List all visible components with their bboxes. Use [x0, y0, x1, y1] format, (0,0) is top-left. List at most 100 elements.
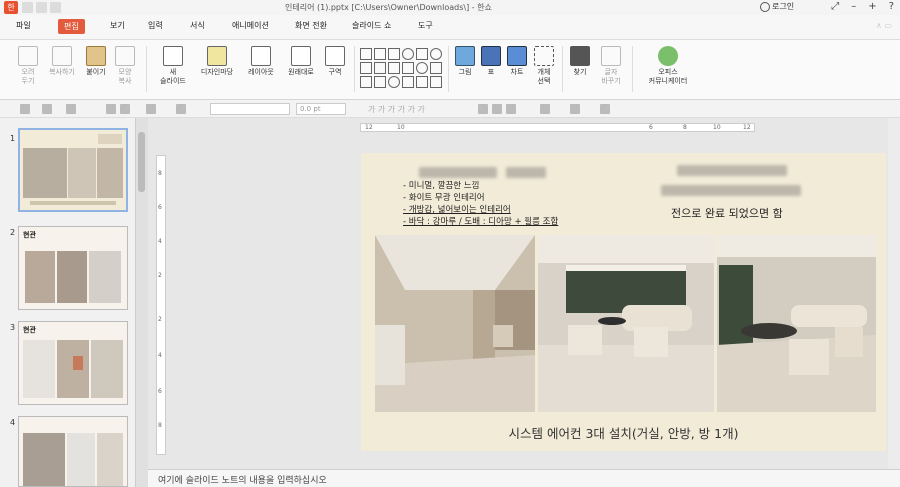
scroll-thumb[interactable]	[138, 132, 145, 192]
slide-thumbnail-1[interactable]	[18, 128, 128, 212]
arc-shape-icon[interactable]	[416, 62, 428, 74]
quick-access-toolbar	[22, 2, 61, 13]
print-preview-icon[interactable]	[120, 104, 130, 114]
numbered-list-icon[interactable]	[570, 104, 580, 114]
chart-button[interactable]: 차트	[505, 46, 529, 77]
undo-icon[interactable]	[36, 2, 47, 13]
design-button[interactable]: 디자인마당	[195, 46, 239, 77]
arrow-shape-icon[interactable]	[374, 76, 386, 88]
indent-icon[interactable]	[600, 104, 610, 114]
line-shape-icon[interactable]	[374, 62, 386, 74]
fullscreen-icon[interactable]: ⤢	[831, 1, 839, 12]
menu-format[interactable]: 서식	[190, 20, 205, 31]
menu-insert[interactable]: 입력	[148, 20, 163, 31]
paste-label: 붙이기	[86, 68, 106, 76]
align-center-icon[interactable]	[492, 104, 502, 114]
slide-thumbnail-4[interactable]	[18, 416, 128, 487]
save-icon[interactable]	[22, 2, 33, 13]
new-slide-label: 새 슬라이드	[160, 68, 186, 85]
print-icon[interactable]	[106, 104, 116, 114]
maximize-icon[interactable]: +	[868, 1, 876, 12]
font-size-unit: pt	[313, 105, 321, 113]
triangle-shape-icon[interactable]	[416, 48, 428, 60]
interior-photo-hallway[interactable]	[375, 235, 535, 412]
menu-slideshow[interactable]: 슬라이드 쇼	[352, 20, 391, 31]
slide-thumbnail-panel: 1 2 현관 3 현관 4	[0, 118, 136, 487]
line-shape-icon[interactable]	[360, 62, 372, 74]
office-communicator-label: 오피스 커뮤니케이터	[648, 68, 688, 85]
ruler-label: 12	[365, 124, 373, 131]
shapes-gallery[interactable]	[360, 48, 442, 92]
redo-icon[interactable]	[176, 104, 186, 114]
line-shape-icon[interactable]	[402, 62, 414, 74]
rect-shape-icon[interactable]	[388, 48, 400, 60]
slide-notes-field[interactable]: 여기에 슬라이드 노트의 내용을 입력하십시오	[148, 469, 900, 487]
slide-thumbnail-2[interactable]: 현관	[18, 226, 128, 310]
reset-button[interactable]: 원래대로	[282, 46, 320, 77]
thumbnail-scrollbar[interactable]	[136, 118, 148, 487]
menu-animation[interactable]: 애니메이션	[232, 20, 269, 31]
slide-canvas[interactable]: - 미니멀, 깔끔한 느낌 - 화이트 무광 인테리어 - 개방감, 넓어보이는…	[361, 153, 886, 451]
scissors-icon	[18, 46, 38, 66]
menu-tools[interactable]: 도구	[418, 20, 433, 31]
select-object-button[interactable]: 개체 선택	[532, 46, 556, 86]
font-size-input[interactable]: 0.0 pt	[296, 103, 346, 115]
ruler-label: 2	[158, 316, 162, 323]
bullet-list-icon[interactable]	[540, 104, 550, 114]
brace-shape-icon[interactable]	[430, 76, 442, 88]
canvas-scrollbar[interactable]	[888, 118, 900, 469]
window-controls: ⤢ – + ?	[831, 1, 894, 12]
interior-photo-lounge[interactable]	[717, 235, 876, 412]
menu-collapse-icon[interactable]: ∧ ▭	[876, 21, 892, 30]
rect-shape-icon[interactable]	[374, 48, 386, 60]
cut-button[interactable]: 오려 두기	[14, 46, 42, 86]
new-doc-icon[interactable]	[20, 104, 30, 114]
section-icon	[325, 46, 345, 66]
undo-icon[interactable]	[146, 104, 156, 114]
smile-shape-icon[interactable]	[388, 76, 400, 88]
replace-button[interactable]: 글자 바꾸기	[598, 46, 624, 86]
picture-icon	[455, 46, 475, 66]
paste-button[interactable]: 붙이기	[82, 46, 110, 77]
help-icon[interactable]: ?	[889, 1, 894, 12]
oval-shape-icon[interactable]	[402, 48, 414, 60]
ribbon-toolbar: 오려 두기 복사하기 붙이기 모양 복사 새 슬라이드 디자인마당 레이아웃 원…	[0, 40, 900, 100]
save-icon[interactable]	[66, 104, 76, 114]
interior-photo-living[interactable]	[538, 235, 714, 412]
font-style-buttons[interactable]: 가 가 가 가 가 가	[368, 104, 425, 115]
new-slide-button[interactable]: 새 슬라이드	[158, 46, 188, 86]
menu-file[interactable]: 파일	[16, 20, 31, 31]
office-communicator-button[interactable]: 오피스 커뮤니케이터	[640, 46, 696, 86]
section-button[interactable]: 구역	[322, 46, 348, 77]
font-name-select[interactable]	[210, 103, 290, 115]
slide-thumbnail-3[interactable]: 현관	[18, 321, 128, 405]
align-right-icon[interactable]	[506, 104, 516, 114]
rect-shape-icon[interactable]	[360, 48, 372, 60]
slide-number: 2	[10, 228, 16, 237]
user-icon	[760, 1, 770, 12]
menu-transition[interactable]: 화면 전환	[295, 20, 327, 31]
table-button[interactable]: 표	[480, 46, 502, 77]
login-button[interactable]: 로그인	[760, 1, 794, 12]
bracket-shape-icon[interactable]	[402, 76, 414, 88]
curve-shape-icon[interactable]	[430, 62, 442, 74]
circle-shape-icon[interactable]	[430, 48, 442, 60]
redo-icon[interactable]	[50, 2, 61, 13]
new-slide-icon	[163, 46, 183, 66]
menu-view[interactable]: 보기	[110, 20, 125, 31]
layout-button[interactable]: 레이아웃	[244, 46, 278, 77]
bracket-shape-icon[interactable]	[416, 76, 428, 88]
open-icon[interactable]	[42, 104, 52, 114]
select-object-icon	[534, 46, 554, 66]
menu-edit[interactable]: 편집	[58, 19, 85, 34]
arrow-shape-icon[interactable]	[360, 76, 372, 88]
format-painter-button[interactable]: 모양 복사	[112, 46, 138, 86]
find-button[interactable]: 찾기	[568, 46, 592, 77]
picture-button[interactable]: 그림	[452, 46, 478, 77]
copy-button[interactable]: 복사하기	[44, 46, 80, 77]
line-shape-icon[interactable]	[388, 62, 400, 74]
align-left-icon[interactable]	[478, 104, 488, 114]
layout-label: 레이아웃	[248, 68, 274, 76]
minimize-icon[interactable]: –	[851, 1, 856, 12]
replace-label: 글자 바꾸기	[601, 68, 621, 85]
